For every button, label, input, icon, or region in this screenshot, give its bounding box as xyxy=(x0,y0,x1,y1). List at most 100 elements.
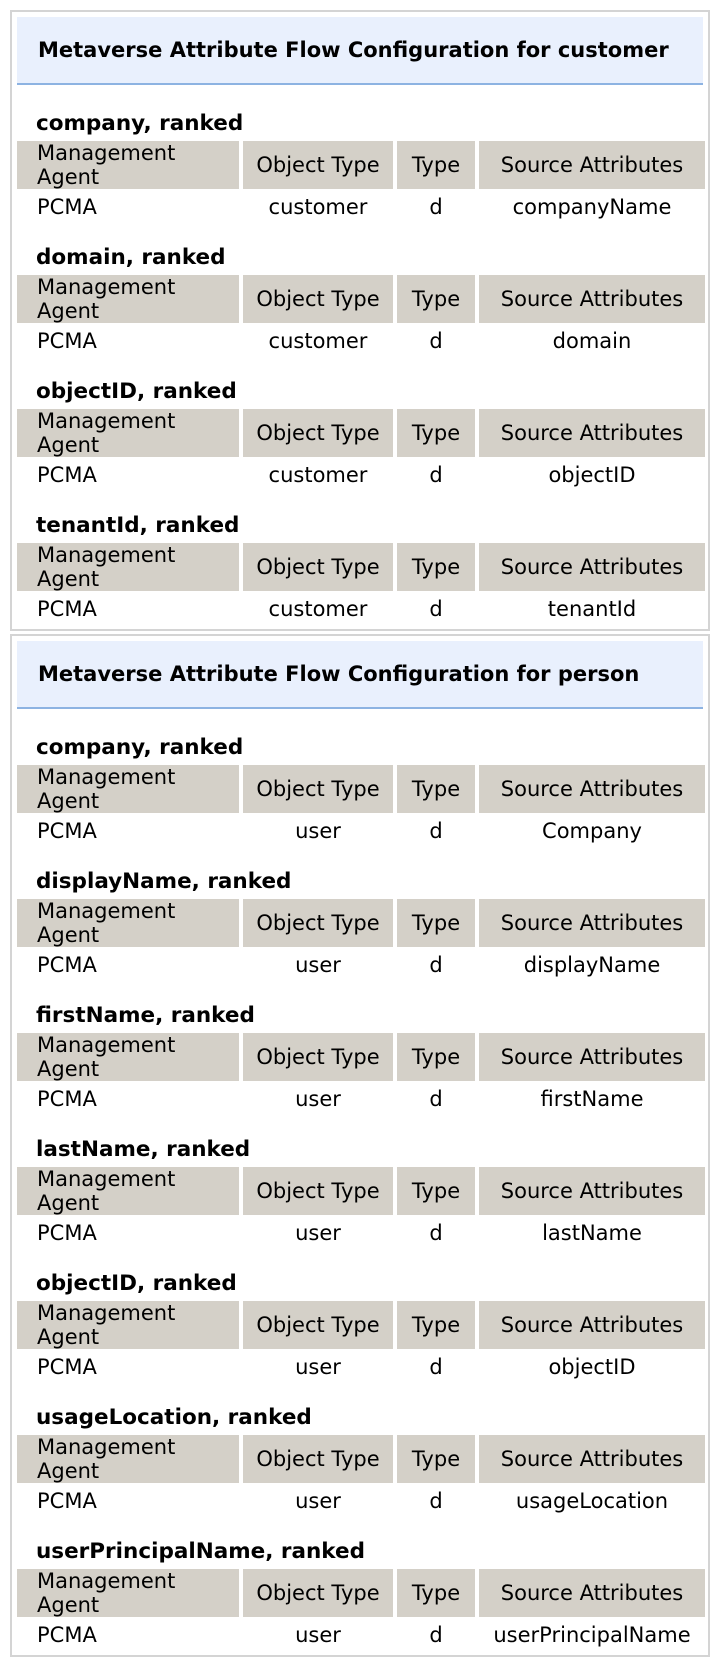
attribute-section: firstName, ranked Management Agent Object … xyxy=(12,997,708,1131)
object-type-cell: user xyxy=(295,1221,341,1245)
type-cell: d xyxy=(429,1221,443,1245)
source-attributes-header: Source Attributes xyxy=(479,1301,705,1349)
type-cell: d xyxy=(429,463,443,487)
attribute-flow-table: Management Agent Object Type Type Source At… xyxy=(13,1569,709,1653)
table-row: PCMA user d lastName xyxy=(17,1215,705,1251)
management-agent-header: Management Agent xyxy=(17,899,239,947)
object-type-cell: customer xyxy=(268,195,368,219)
table-row: PCMA user d userPrincipalName xyxy=(17,1617,705,1653)
object-type-header: Object Type xyxy=(243,1435,393,1483)
source-attributes-cell: userPrincipalName xyxy=(493,1623,691,1647)
object-type-cell: user xyxy=(295,1355,341,1379)
management-agent-cell: PCMA xyxy=(37,597,97,621)
type-header: Type xyxy=(397,409,475,457)
management-agent-cell: PCMA xyxy=(37,819,97,843)
management-agent-header: Management Agent xyxy=(17,765,239,813)
type-cell: d xyxy=(429,819,443,843)
object-type-header: Object Type xyxy=(243,899,393,947)
header-row: Management Agent Object Type Type Source At… xyxy=(17,1569,705,1617)
type-cell: d xyxy=(429,597,443,621)
management-agent-header: Management Agent xyxy=(17,543,239,591)
attribute-section: lastName, ranked Management Agent Object T… xyxy=(12,1131,708,1265)
type-header: Type xyxy=(397,1569,475,1617)
type-header: Type xyxy=(397,141,475,189)
attribute-flow-table: Management Agent Object Type Type Source At… xyxy=(13,543,709,627)
source-attributes-cell: lastName xyxy=(542,1221,642,1245)
header-row: Management Agent Object Type Type Source At… xyxy=(17,543,705,591)
management-agent-header: Management Agent xyxy=(17,1167,239,1215)
object-type-header: Object Type xyxy=(243,543,393,591)
attribute-section: tenantId, ranked Management Agent Object T… xyxy=(12,507,708,629)
type-cell: d xyxy=(429,1489,443,1513)
panel-title: Metaverse Attribute Flow Configuration f… xyxy=(17,17,703,85)
attribute-title: lastName, ranked xyxy=(36,1137,251,1162)
table-row: PCMA user d usageLocation xyxy=(17,1483,705,1519)
management-agent-header: Management Agent xyxy=(17,1033,239,1081)
type-header: Type xyxy=(397,1435,475,1483)
type-header: Type xyxy=(397,1033,475,1081)
management-agent-cell: PCMA xyxy=(37,1087,97,1111)
attribute-flow-table: Management Agent Object Type Type Source At… xyxy=(13,1167,709,1251)
type-cell: d xyxy=(429,1087,443,1111)
attribute-flow-table: Management Agent Object Type Type Source At… xyxy=(13,899,709,983)
management-agent-header: Management Agent xyxy=(17,1301,239,1349)
object-type-header: Object Type xyxy=(243,141,393,189)
attribute-title: domain, ranked xyxy=(36,245,226,270)
attribute-flow-table: Management Agent Object Type Type Source At… xyxy=(13,409,709,493)
header-row: Management Agent Object Type Type Source At… xyxy=(17,1301,705,1349)
type-cell: d xyxy=(429,329,443,353)
object-type-header: Object Type xyxy=(243,1033,393,1081)
header-row: Management Agent Object Type Type Source At… xyxy=(17,899,705,947)
source-attributes-cell: objectID xyxy=(548,463,636,487)
table-row: PCMA customer d companyName xyxy=(17,189,705,225)
attribute-title: company, ranked xyxy=(36,111,244,136)
management-agent-header: Management Agent xyxy=(17,1435,239,1483)
panel-title: Metaverse Attribute Flow Configuration f… xyxy=(17,641,703,709)
attribute-section: company, ranked Management Agent Object Ty… xyxy=(12,105,708,239)
source-attributes-cell: firstName xyxy=(540,1087,644,1111)
object-type-cell: user xyxy=(295,953,341,977)
object-type-header: Object Type xyxy=(243,409,393,457)
source-attributes-header: Source Attributes xyxy=(479,765,705,813)
type-header: Type xyxy=(397,765,475,813)
management-agent-cell: PCMA xyxy=(37,1221,97,1245)
management-agent-header: Management Agent xyxy=(17,141,239,189)
type-header: Type xyxy=(397,899,475,947)
management-agent-cell: PCMA xyxy=(37,1623,97,1647)
table-row: PCMA user d firstName xyxy=(17,1081,705,1117)
object-type-cell: customer xyxy=(268,329,368,353)
attribute-flow-table: Management Agent Object Type Type Source At… xyxy=(13,1435,709,1519)
attribute-section: domain, ranked Management Agent Object Typ… xyxy=(12,239,708,373)
object-type-cell: user xyxy=(295,1489,341,1513)
table-row: PCMA customer d objectID xyxy=(17,457,705,493)
source-attributes-header: Source Attributes xyxy=(479,543,705,591)
attribute-flow-table: Management Agent Object Type Type Source At… xyxy=(13,141,709,225)
source-attributes-cell: tenantId xyxy=(547,597,637,621)
object-type-header: Object Type xyxy=(243,1569,393,1617)
table-row: PCMA customer d tenantId xyxy=(17,591,705,627)
table-row: PCMA user d Company xyxy=(17,813,705,849)
attribute-title: tenantId, ranked xyxy=(36,513,240,538)
source-attributes-cell: objectID xyxy=(548,1355,636,1379)
customer-flow-panel: Metaverse Attribute Flow Configuration f… xyxy=(10,10,710,631)
management-agent-cell: PCMA xyxy=(37,1355,97,1379)
attribute-title: displayName, ranked xyxy=(36,869,292,894)
attribute-title: company, ranked xyxy=(36,735,244,760)
type-header: Type xyxy=(397,275,475,323)
table-row: PCMA user d objectID xyxy=(17,1349,705,1385)
attribute-title: userPrincipalName, ranked xyxy=(36,1539,365,1564)
header-row: Management Agent Object Type Type Source At… xyxy=(17,409,705,457)
management-agent-header: Management Agent xyxy=(17,409,239,457)
type-cell: d xyxy=(429,953,443,977)
object-type-cell: customer xyxy=(268,597,368,621)
attribute-section: usageLocation, ranked Management Agent Obj… xyxy=(12,1399,708,1533)
attribute-title: objectID, ranked xyxy=(36,379,237,404)
object-type-header: Object Type xyxy=(243,1301,393,1349)
